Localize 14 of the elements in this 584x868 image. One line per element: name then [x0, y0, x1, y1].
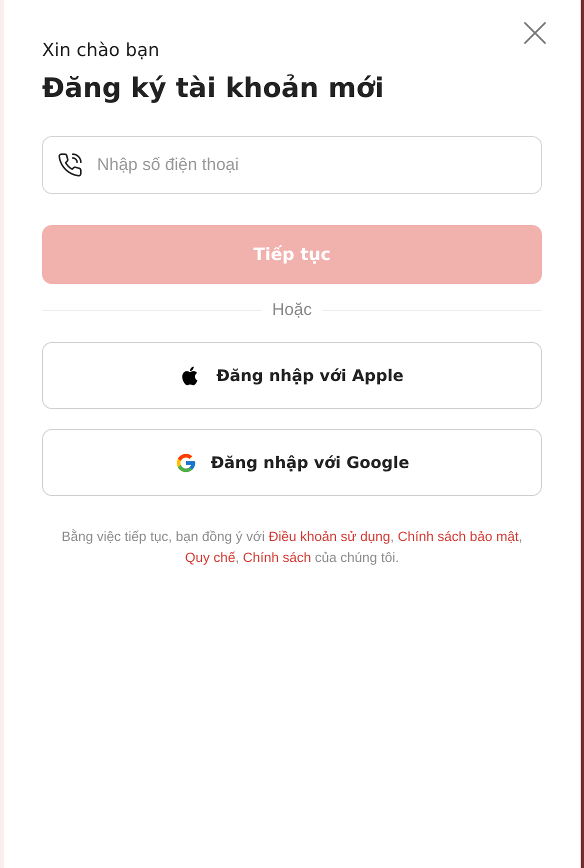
dialog-title: Đăng ký tài khoản mới [42, 73, 386, 104]
terms-link[interactable]: Chính sách [242, 550, 312, 565]
phone-field[interactable]: Nhập số điện thoại [42, 136, 542, 194]
terms-link[interactable]: Chính sách bảo mật [398, 529, 519, 544]
divider-label: Hoặc [272, 300, 312, 320]
google-sign-in-button[interactable]: Đăng nhập với Google [42, 429, 542, 496]
terms-link[interactable]: Quy chế [185, 550, 236, 565]
terms-text: Bằng việc tiếp tục, bạn đồng ý với Điều khoản sử dụng, Chính sách bảo mật, Quy chế, Chính sách của chúng tôi. [60, 528, 524, 567]
greeting-text: Xin chào bạn [42, 40, 160, 61]
google-icon [174, 452, 197, 474]
close-button[interactable] [522, 20, 548, 46]
apple-sign-in-button[interactable]: Đăng nhập với Apple [42, 342, 542, 409]
terms-link[interactable]: Điều khoản sử dụng [268, 529, 390, 544]
phone-icon [57, 152, 83, 178]
